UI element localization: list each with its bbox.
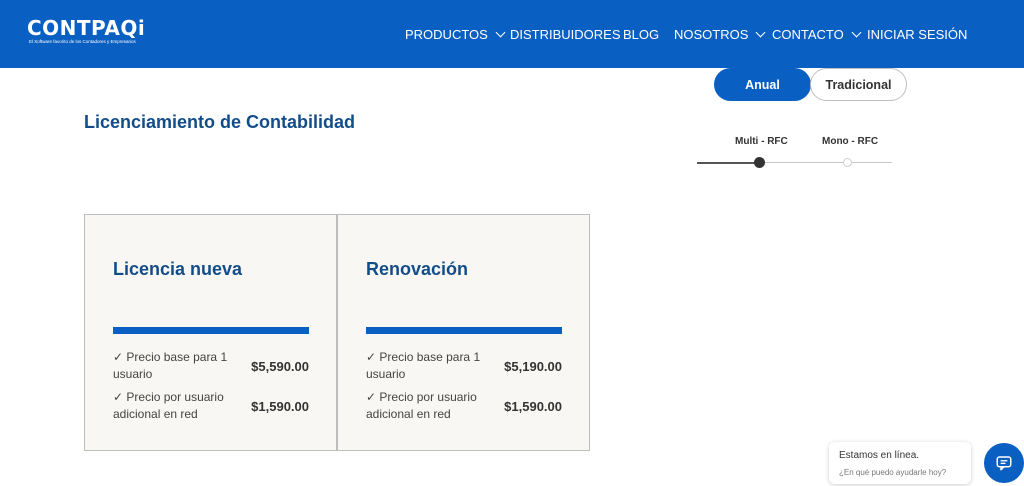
nav-productos-label: PRODUCTOS bbox=[405, 26, 488, 42]
price-row-value: $1,590.00 bbox=[504, 398, 562, 414]
logo-wordmark: CONTPAQi bbox=[27, 16, 146, 40]
nav-distribuidores-label: DISTRIBUIDORES bbox=[510, 26, 621, 42]
chat-title: Estamos en línea. bbox=[839, 450, 920, 461]
toggle-anual-button[interactable]: Anual bbox=[714, 68, 811, 101]
nav-iniciar-sesion[interactable]: INICIAR SESIÓN bbox=[867, 26, 967, 42]
chat-button[interactable] bbox=[984, 443, 1024, 483]
price-row-label: ✓ Precio base para 1 usuario bbox=[366, 350, 481, 381]
top-navbar: CONTPAQi El Software favorito de los Con… bbox=[0, 0, 1024, 68]
price-row-label: ✓ Precio por usuario adicional en red bbox=[113, 390, 224, 421]
nav-blog-label: BLOG bbox=[623, 26, 660, 42]
nav-productos[interactable]: PRODUCTOS bbox=[405, 26, 506, 42]
pricing-card-renovacion: Renovación ✓ Precio base para 1 usuario … bbox=[337, 214, 590, 451]
nav-nosotros-label: NOSOTROS bbox=[674, 26, 749, 42]
chevron-down-icon bbox=[755, 27, 766, 37]
chat-icon bbox=[996, 456, 1012, 471]
page-title: Licenciamiento de Contabilidad bbox=[84, 112, 356, 132]
slider-track-fill bbox=[697, 161, 759, 164]
price-row: ✓ Precio base para 1 usuario $5,190.00 bbox=[366, 349, 562, 383]
price-row-label: ✓ Precio por usuario adicional en red bbox=[366, 390, 477, 421]
toggle-tradicional-button[interactable]: Tradicional bbox=[810, 68, 907, 101]
card-title: Renovación bbox=[366, 259, 469, 279]
chevron-down-icon bbox=[851, 27, 862, 37]
card-title: Licencia nueva bbox=[113, 259, 243, 279]
chat-subtitle: ¿En qué puedo ayudarle hoy? bbox=[839, 468, 947, 477]
nav-contacto[interactable]: CONTACTO bbox=[772, 26, 862, 42]
nav-contacto-label: CONTACTO bbox=[772, 26, 844, 42]
slider-label-mono-rfc: Mono - RFC bbox=[822, 136, 879, 147]
chevron-down-icon bbox=[495, 27, 506, 37]
logo-tagline: El Software favorito de los Contadores y… bbox=[29, 39, 136, 44]
slider-label-multi-rfc: Multi - RFC bbox=[735, 136, 788, 147]
price-row-value: $1,590.00 bbox=[251, 398, 309, 414]
nav-blog[interactable]: BLOG bbox=[623, 26, 659, 42]
chat-prompt-bubble[interactable]: Estamos en línea. ¿En qué puedo ayudarle… bbox=[829, 442, 971, 484]
pricing-card-licencia-nueva: Licencia nueva ✓ Precio base para 1 usua… bbox=[84, 214, 337, 451]
price-row: ✓ Precio por usuario adicional en red $1… bbox=[366, 389, 562, 423]
nav-iniciar-sesion-label: INICIAR SESIÓN bbox=[867, 26, 968, 42]
price-row: ✓ Precio por usuario adicional en red $1… bbox=[113, 389, 309, 423]
nav-distribuidores[interactable]: DISTRIBUIDORES bbox=[510, 26, 621, 42]
slider-option-mono-rfc[interactable] bbox=[843, 158, 852, 167]
price-row-value: $5,190.00 bbox=[504, 358, 562, 374]
price-row: ✓ Precio base para 1 usuario $5,590.00 bbox=[113, 349, 309, 383]
contpaqi-logo[interactable]: CONTPAQi El Software favorito de los Con… bbox=[27, 17, 145, 45]
card-accent-bar bbox=[366, 327, 562, 334]
card-accent-bar bbox=[113, 327, 309, 334]
nav-nosotros[interactable]: NOSOTROS bbox=[674, 26, 766, 42]
price-row-value: $5,590.00 bbox=[251, 358, 309, 374]
price-row-label: ✓ Precio base para 1 usuario bbox=[113, 350, 228, 381]
slider-option-multi-rfc[interactable] bbox=[754, 157, 765, 168]
